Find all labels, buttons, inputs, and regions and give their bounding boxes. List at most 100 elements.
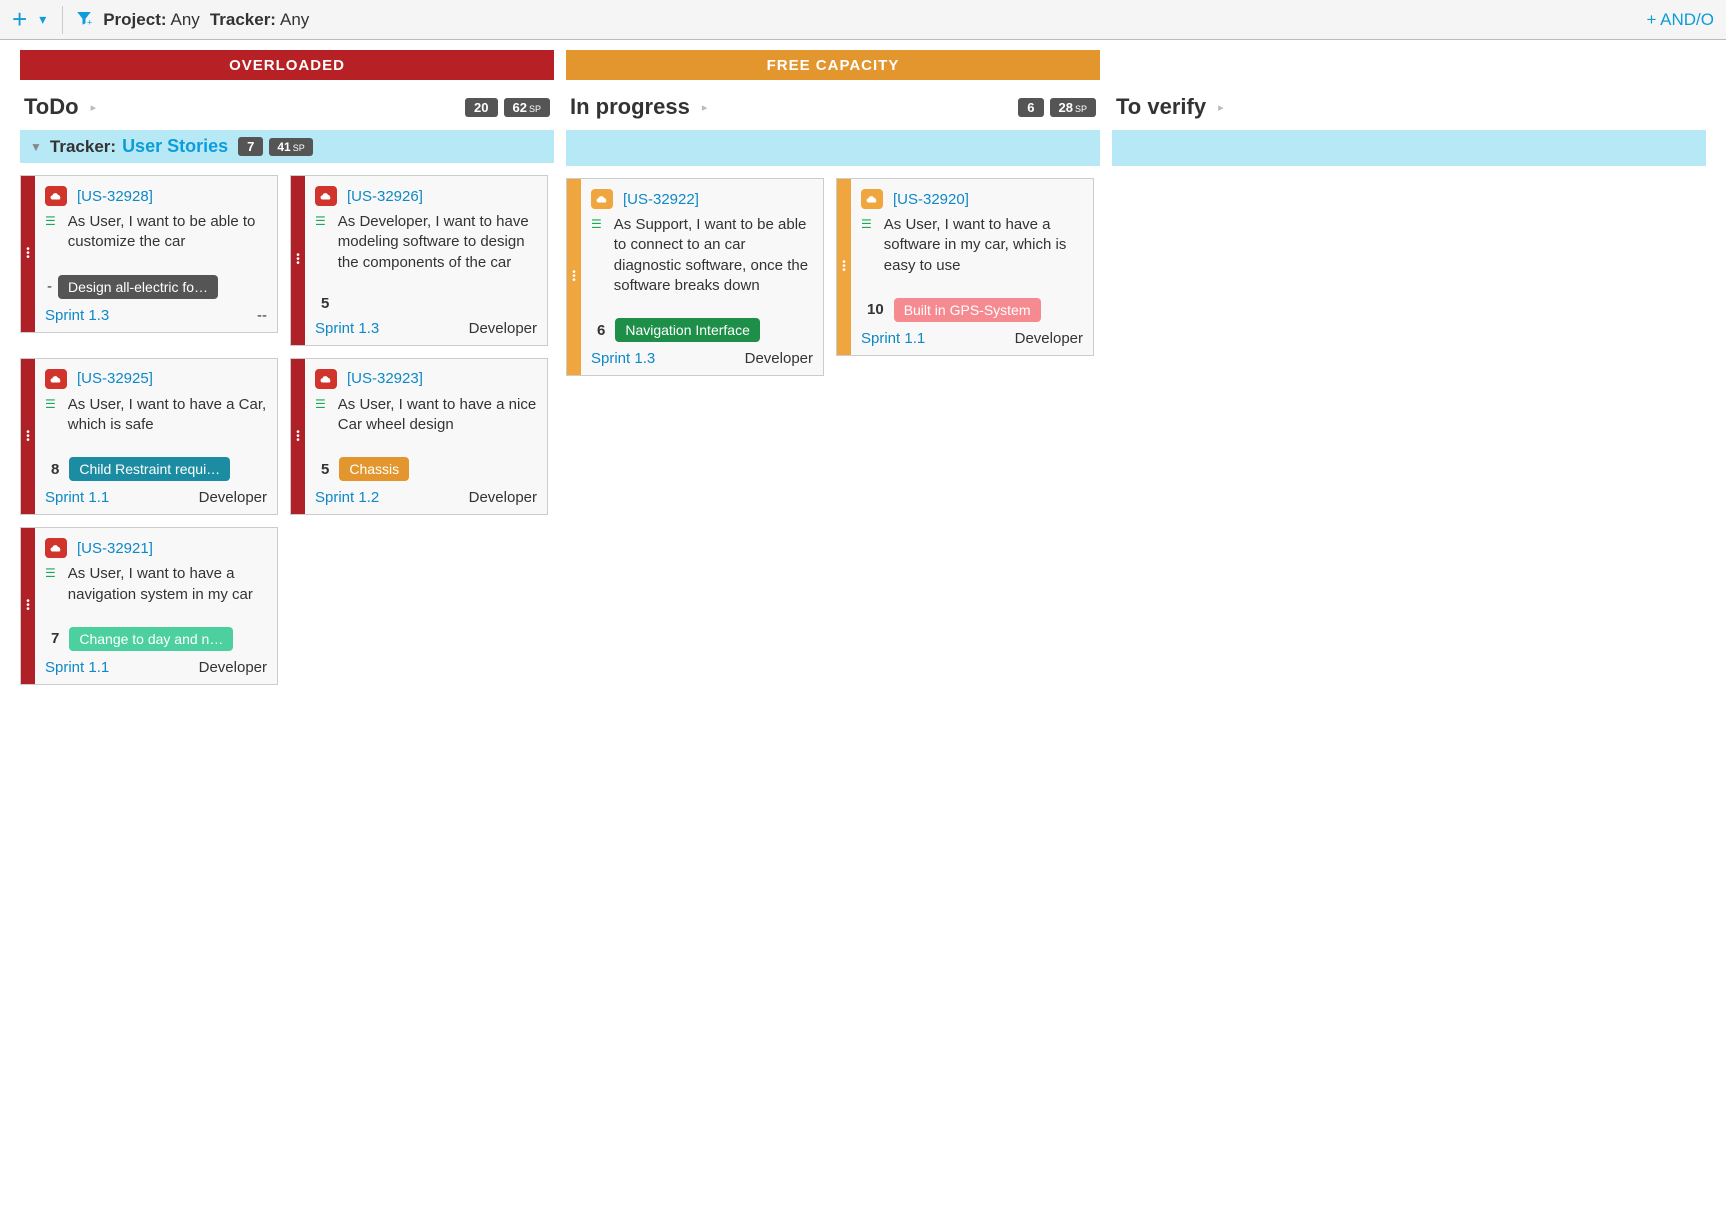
cloud-icon: [45, 369, 67, 389]
drag-handle-icon[interactable]: •••: [26, 600, 30, 612]
card-points: -: [47, 278, 52, 295]
card-points: 10: [867, 301, 884, 318]
card-id[interactable]: [US-32926]: [347, 188, 423, 205]
card-id[interactable]: [US-32925]: [77, 370, 153, 387]
card-assignee[interactable]: Developer: [745, 350, 813, 367]
card[interactable]: ••• [US-32925] ☰ As User, I want to have…: [20, 358, 278, 516]
expand-icon[interactable]: ▸: [91, 101, 97, 114]
card-stripe[interactable]: •••: [837, 179, 851, 355]
card-sprint[interactable]: Sprint 1.3: [315, 320, 379, 337]
sp-badge: 28SP: [1050, 98, 1096, 117]
board: OVERLOADED ToDo ▸ 20 62SP ▼ Tracker: Use…: [0, 40, 1726, 695]
cloud-icon: [315, 369, 337, 389]
card-id[interactable]: [US-32922]: [623, 191, 699, 208]
swimlane-header[interactable]: ▼ Tracker: User Stories 7 41SP: [20, 130, 554, 163]
divider: [62, 6, 63, 34]
cloud-icon: [861, 189, 883, 209]
card-assignee[interactable]: --: [257, 307, 267, 324]
card-tag[interactable]: Chassis: [339, 457, 409, 481]
add-icon[interactable]: +: [12, 4, 27, 35]
drag-handle-icon[interactable]: •••: [26, 431, 30, 443]
swimlane-label: Tracker:: [50, 137, 116, 157]
drag-handle-icon[interactable]: •••: [572, 271, 576, 283]
count-badge: 6: [1018, 98, 1043, 117]
card-tag[interactable]: Design all-electric fo…: [58, 275, 218, 299]
card-assignee[interactable]: Developer: [469, 320, 537, 337]
filter-project-value[interactable]: Any: [171, 10, 200, 30]
sp-badge: 62SP: [504, 98, 550, 117]
card-assignee[interactable]: Developer: [469, 489, 537, 506]
expand-icon[interactable]: ▸: [1218, 101, 1224, 114]
card-stripe[interactable]: •••: [291, 176, 305, 345]
card-stripe[interactable]: •••: [21, 176, 35, 332]
card-stripe[interactable]: •••: [21, 359, 35, 515]
list-icon: ☰: [315, 214, 326, 273]
card-assignee[interactable]: Developer: [199, 489, 267, 506]
card-sprint[interactable]: Sprint 1.2: [315, 489, 379, 506]
collapse-icon[interactable]: ▼: [30, 140, 42, 154]
card[interactable]: ••• [US-32920] ☰ As User, I want to have…: [836, 178, 1094, 356]
list-icon: ☰: [861, 217, 872, 276]
card-id[interactable]: [US-32920]: [893, 191, 969, 208]
card-points: 5: [321, 295, 329, 312]
card-description: As Developer, I want to have modeling so…: [338, 212, 537, 273]
swimlane-spacer: [566, 130, 1100, 166]
filter-tracker-label: Tracker:: [210, 10, 276, 30]
card[interactable]: ••• [US-32923] ☰ As User, I want to have…: [290, 358, 548, 516]
column-title: ToDo: [24, 94, 79, 120]
card-sprint[interactable]: Sprint 1.3: [591, 350, 655, 367]
drag-handle-icon[interactable]: •••: [842, 261, 846, 273]
card-id[interactable]: [US-32928]: [77, 188, 153, 205]
card-id[interactable]: [US-32921]: [77, 540, 153, 557]
card[interactable]: ••• [US-32922] ☰ As Support, I want to b…: [566, 178, 824, 376]
card-tag[interactable]: Child Restraint requi…: [69, 457, 230, 481]
list-icon: ☰: [45, 214, 56, 253]
card-points: 5: [321, 461, 329, 478]
card[interactable]: ••• [US-32926] ☰ As Developer, I want to…: [290, 175, 548, 346]
card-stripe[interactable]: •••: [291, 359, 305, 515]
card-description: As User, I want to have a Car, which is …: [68, 395, 267, 436]
column-inprogress: FREE CAPACITY In progress ▸ 6 28SP ••• […: [566, 50, 1100, 376]
card-id[interactable]: [US-32923]: [347, 370, 423, 387]
card-sprint[interactable]: Sprint 1.3: [45, 307, 109, 324]
card-description: As User, I want to have a software in my…: [884, 215, 1083, 276]
swimlane-sp: 41SP: [269, 138, 312, 156]
list-icon: ☰: [315, 397, 326, 436]
card-points: 6: [597, 322, 605, 339]
drag-handle-icon[interactable]: •••: [26, 248, 30, 260]
card-tag[interactable]: Navigation Interface: [615, 318, 760, 342]
list-icon: ☰: [45, 566, 56, 605]
filter-project-label: Project:: [103, 10, 166, 30]
list-icon: ☰: [591, 217, 602, 296]
column-header-toverify: To verify ▸: [1112, 80, 1706, 130]
card-assignee[interactable]: Developer: [1015, 330, 1083, 347]
add-andor-button[interactable]: + AND/O: [1646, 10, 1714, 30]
cards-todo: ••• [US-32928] ☰ As User, I want to be a…: [20, 175, 554, 685]
card-stripe[interactable]: •••: [21, 528, 35, 684]
card-description: As User, I want to be able to customize …: [68, 212, 267, 253]
drag-handle-icon[interactable]: •••: [296, 254, 300, 266]
capacity-free: FREE CAPACITY: [566, 50, 1100, 80]
card-assignee[interactable]: Developer: [199, 659, 267, 676]
cloud-icon: [315, 186, 337, 206]
filter-icon[interactable]: +: [75, 9, 93, 30]
card-tag[interactable]: Change to day and n…: [69, 627, 233, 651]
chevron-down-icon[interactable]: ▾: [39, 11, 46, 28]
card-stripe[interactable]: •••: [567, 179, 581, 375]
capacity-spacer: [1112, 50, 1706, 80]
filter-tracker-value[interactable]: Any: [280, 10, 309, 30]
cloud-icon: [45, 538, 67, 558]
card[interactable]: ••• [US-32928] ☰ As User, I want to be a…: [20, 175, 278, 333]
card-sprint[interactable]: Sprint 1.1: [861, 330, 925, 347]
capacity-overloaded: OVERLOADED: [20, 50, 554, 80]
drag-handle-icon[interactable]: •••: [296, 431, 300, 443]
card[interactable]: ••• [US-32921] ☰ As User, I want to have…: [20, 527, 278, 685]
expand-icon[interactable]: ▸: [702, 101, 708, 114]
card-points: 8: [51, 461, 59, 478]
swimlane-value[interactable]: User Stories: [122, 136, 228, 157]
card-description: As User, I want to have a nice Car wheel…: [338, 395, 537, 436]
cloud-icon: [591, 189, 613, 209]
card-sprint[interactable]: Sprint 1.1: [45, 659, 109, 676]
card-sprint[interactable]: Sprint 1.1: [45, 489, 109, 506]
card-tag[interactable]: Built in GPS-System: [894, 298, 1041, 322]
